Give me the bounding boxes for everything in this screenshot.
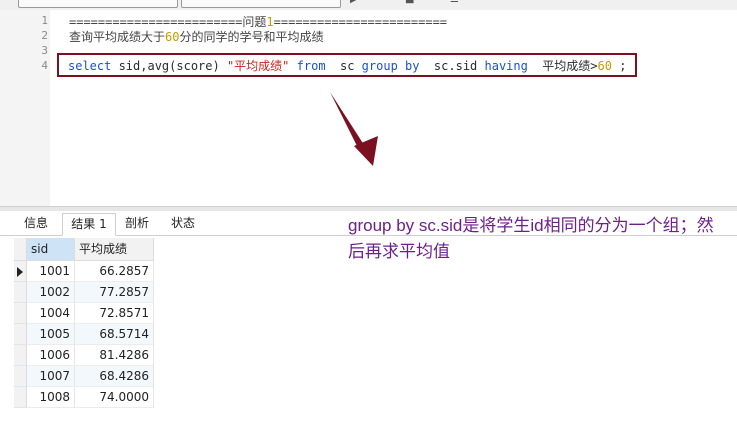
run-icon[interactable]: ▶	[350, 0, 358, 5]
cell-avg-score[interactable]: 72.8571	[75, 303, 154, 324]
comment-text: 分的同学的学号和平均成绩	[179, 30, 324, 44]
sql-number: 60	[597, 59, 612, 73]
comment-number: 60	[165, 30, 180, 44]
tab-info[interactable]: 信息	[14, 213, 58, 234]
annotation-text: group by sc.sid是将学生id相同的分为一个组；然后再求平均值	[348, 216, 714, 261]
row-selector[interactable]	[14, 366, 27, 387]
sql-text: ;	[612, 59, 627, 73]
cell-sid[interactable]: 1001	[27, 261, 75, 282]
connection-selector[interactable]	[18, 0, 178, 8]
explain-icon[interactable]: ☰	[450, 0, 459, 5]
cell-sid[interactable]: 1007	[27, 366, 75, 387]
current-row-icon	[17, 267, 23, 277]
comment-number: 1	[266, 15, 274, 29]
comment-text: ========================	[273, 15, 448, 29]
toolbar-strip: ▶ ■ ☰	[0, 0, 737, 10]
line-number: 2	[41, 29, 48, 42]
cell-avg-score[interactable]: 66.2857	[75, 261, 154, 282]
cell-avg-score[interactable]: 68.5714	[75, 324, 154, 345]
row-selector[interactable]	[14, 387, 27, 408]
row-selector[interactable]	[14, 324, 27, 345]
cell-avg-score[interactable]: 74.0000	[75, 387, 154, 408]
sql-keyword: group by	[361, 59, 420, 73]
tab-profile[interactable]: 剖析	[114, 213, 160, 234]
sql-keyword: from	[296, 59, 326, 73]
stop-icon[interactable]: ■	[405, 0, 414, 5]
sql-statement: select sid,avg(score) "平均成绩" from sc gro…	[68, 57, 626, 74]
sql-keyword: select	[68, 59, 112, 73]
cell-avg-score[interactable]: 68.4286	[75, 366, 154, 387]
database-selector[interactable]	[181, 0, 341, 8]
sql-text: sc	[325, 59, 362, 73]
annotation-arrow	[330, 92, 378, 166]
tab-result-1[interactable]: 结果 1	[62, 213, 116, 236]
cell-sid[interactable]: 1004	[27, 303, 75, 324]
column-header-sid[interactable]: sid	[27, 238, 75, 261]
line-number: 3	[41, 44, 48, 57]
tab-status[interactable]: 状态	[160, 213, 206, 234]
line-number: 4	[41, 59, 48, 72]
column-header-avg-score[interactable]: 平均成绩	[75, 238, 154, 261]
row-selector[interactable]	[14, 303, 27, 324]
comment-text: ========================问题	[69, 15, 267, 29]
row-selector[interactable]	[14, 282, 27, 303]
code-line-2: 查询平均成绩大于60分的同学的学号和平均成绩	[69, 28, 323, 45]
sql-text: 平均成绩>	[527, 59, 598, 73]
cell-sid[interactable]: 1005	[27, 324, 75, 345]
cell-avg-score[interactable]: 81.4286	[75, 345, 154, 366]
sql-keyword: having	[484, 59, 528, 73]
sql-text: sid,avg(score)	[111, 59, 227, 73]
arrow-shaft	[330, 92, 366, 152]
cell-sid[interactable]: 1006	[27, 345, 75, 366]
sql-string: "平均成绩"	[226, 59, 290, 73]
cell-sid[interactable]: 1002	[27, 282, 75, 303]
row-selector[interactable]	[14, 345, 27, 366]
comment-text: 查询平均成绩大于	[69, 30, 166, 44]
sql-text: sc.sid	[419, 59, 485, 73]
cell-avg-score[interactable]: 77.2857	[75, 282, 154, 303]
line-number-gutter: 1 2 3 4	[0, 10, 50, 206]
row-selector[interactable]	[14, 261, 27, 282]
cell-sid[interactable]: 1008	[27, 387, 75, 408]
line-number: 1	[41, 14, 48, 27]
grid-corner	[14, 238, 27, 261]
